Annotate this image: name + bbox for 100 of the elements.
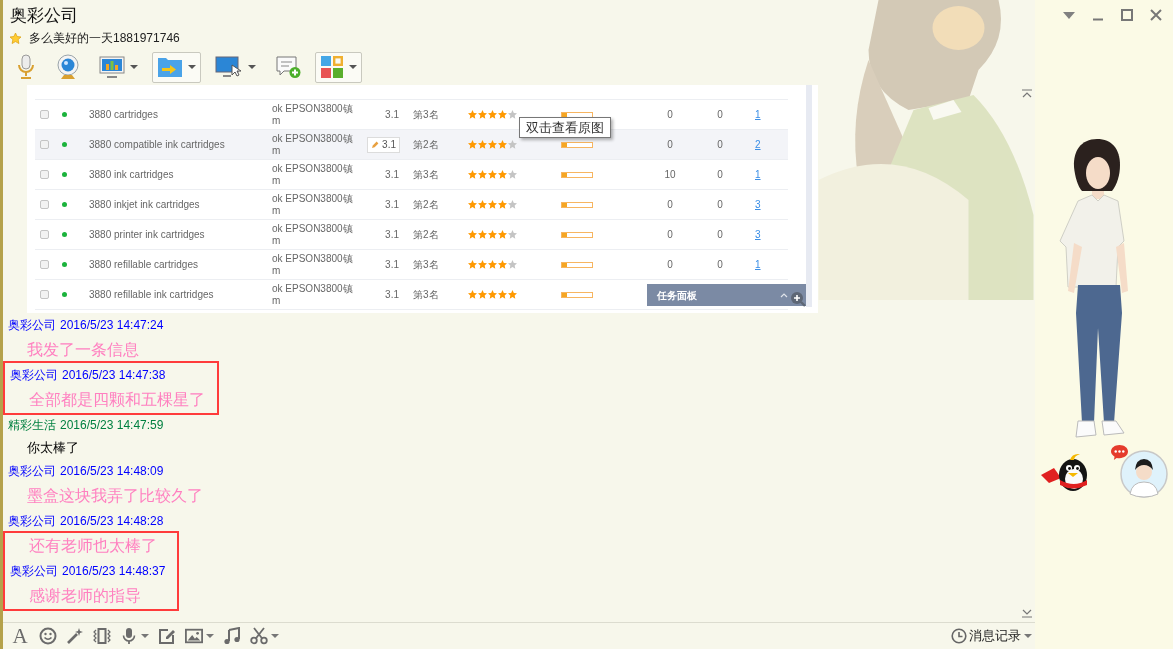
table-cell: 0 <box>717 109 723 120</box>
star-icon <box>478 290 487 299</box>
music-note-icon[interactable] <box>223 627 241 645</box>
maximize-icon[interactable] <box>1121 9 1133 21</box>
microphone-icon[interactable] <box>120 627 138 645</box>
minimize-icon[interactable] <box>1092 17 1104 21</box>
star-icon <box>488 260 497 269</box>
message-text: 感谢老师的指导 <box>29 586 141 606</box>
table-link[interactable]: 3 <box>755 199 761 210</box>
shared-screenshot[interactable] <box>27 85 818 313</box>
timestamp: 2016/5/23 14:47:38 <box>62 367 166 384</box>
star-icon <box>478 200 487 209</box>
timestamp: 2016/5/23 14:47:24 <box>60 317 164 334</box>
scrollbar[interactable] <box>806 85 812 307</box>
star-icon <box>508 230 517 239</box>
message-text: 还有老师也太棒了 <box>29 536 157 556</box>
task-panel[interactable]: 任务面板 <box>647 284 806 306</box>
table-cell-text: 3.1 <box>385 288 400 302</box>
table-cell-text: ok EPSON3800镇m <box>272 223 354 247</box>
table-cell: 3880 compatible ink cartridges <box>89 139 225 150</box>
smiley-icon[interactable] <box>39 627 57 645</box>
table-cell: 第3名 <box>413 109 439 120</box>
checkbox[interactable] <box>40 140 49 149</box>
table-cell: 0 <box>717 199 723 210</box>
sender-name: 奥彩公司 <box>8 317 56 334</box>
table-cell-text: ok EPSON3800镇m <box>272 193 354 217</box>
table-cell: 第3名 <box>413 289 439 300</box>
avatar-icon[interactable] <box>1120 450 1168 498</box>
magic-wand-icon[interactable] <box>66 627 84 645</box>
message-text: 全部都是四颗和五棵星了 <box>29 390 205 410</box>
chevron-up-icon[interactable] <box>780 292 788 298</box>
checkbox[interactable] <box>40 200 49 209</box>
star-icon <box>478 230 487 239</box>
star-icon <box>488 230 497 239</box>
table-cell: 3880 refillable cartridges <box>89 259 198 270</box>
message-text: 墨盒这块我弄了比较久了 <box>27 486 203 506</box>
close-icon[interactable] <box>1150 9 1162 21</box>
table-cell-text: 3.1 <box>385 108 400 122</box>
chat-bubble-icon[interactable] <box>1110 444 1129 461</box>
table-cell: 10 <box>664 169 676 180</box>
scroll-to-bottom-icon[interactable] <box>1021 609 1033 618</box>
scroll-to-top-icon[interactable] <box>1021 89 1033 98</box>
speech-bubble-plus-icon <box>275 55 301 79</box>
table-cell: 0 <box>717 229 723 240</box>
message-text: 你太棒了 <box>27 439 79 458</box>
caret-icon[interactable] <box>130 65 138 69</box>
table-cell: 第3名 <box>413 259 439 270</box>
edit-field[interactable]: 3.1 <box>367 136 400 153</box>
monitor-chart-icon <box>99 55 125 79</box>
star-icon <box>488 110 497 119</box>
caret-icon[interactable] <box>1024 634 1032 638</box>
checkbox[interactable] <box>40 260 49 269</box>
history-button[interactable]: 消息记录 <box>951 625 1032 647</box>
sender-name: 精彩生活 <box>8 417 56 434</box>
sender-name: 奥彩公司 <box>10 563 58 580</box>
dropdown-caret-icon[interactable] <box>1063 11 1075 19</box>
table-link[interactable]: 2 <box>755 139 761 150</box>
clock-icon <box>951 628 967 644</box>
caret-icon[interactable] <box>141 634 149 638</box>
checkbox[interactable] <box>40 110 49 119</box>
star-icon <box>488 140 497 149</box>
sender-name: 奥彩公司 <box>8 463 56 480</box>
table-cell: 0 <box>667 229 673 240</box>
table-cell-text: ok EPSON3800镇m <box>272 283 354 307</box>
table-link[interactable]: 1 <box>755 169 761 180</box>
scissors-icon[interactable] <box>250 627 268 645</box>
table-link[interactable]: 3 <box>755 229 761 240</box>
table-cell-text: 3.1 <box>385 198 400 212</box>
table-cell-text: ok EPSON3800镇m <box>272 253 354 277</box>
checkbox[interactable] <box>40 290 49 299</box>
timestamp: 2016/5/23 14:47:59 <box>60 417 164 434</box>
checkbox[interactable] <box>40 170 49 179</box>
table-cell: 3880 refillable ink cartridges <box>89 289 214 300</box>
star-icon <box>468 290 477 299</box>
picture-icon[interactable] <box>185 627 203 645</box>
timestamp: 2016/5/23 14:48:09 <box>60 463 164 480</box>
caret-icon[interactable] <box>206 634 214 638</box>
folder-arrow-icon <box>157 56 183 78</box>
edit-note-icon[interactable] <box>158 627 176 645</box>
caret-icon[interactable] <box>349 65 357 69</box>
table-cell-text: 3.1 <box>385 228 400 242</box>
caret-icon[interactable] <box>271 634 279 638</box>
table-cell-text: ok EPSON3800镇m <box>272 163 354 187</box>
star-icon <box>488 200 497 209</box>
zoom-in-icon[interactable] <box>790 291 806 307</box>
font-style-button[interactable]: A <box>10 625 30 647</box>
table-link[interactable]: 1 <box>755 259 761 270</box>
table-cell: 3880 ink cartridges <box>89 169 174 180</box>
checkbox[interactable] <box>40 230 49 239</box>
table-link[interactable]: 1 <box>755 109 761 120</box>
app-grid-button[interactable] <box>315 51 362 83</box>
caret-icon[interactable] <box>248 65 256 69</box>
vibrate-window-icon[interactable] <box>93 627 111 645</box>
timestamp: 2016/5/23 14:48:28 <box>60 513 164 530</box>
table-cell-text: 3.1 <box>385 168 400 182</box>
star-icon <box>468 200 477 209</box>
star-icon <box>508 260 517 269</box>
webcam-icon <box>56 54 80 80</box>
caret-icon[interactable] <box>188 65 196 69</box>
table-cell: 0 <box>717 169 723 180</box>
